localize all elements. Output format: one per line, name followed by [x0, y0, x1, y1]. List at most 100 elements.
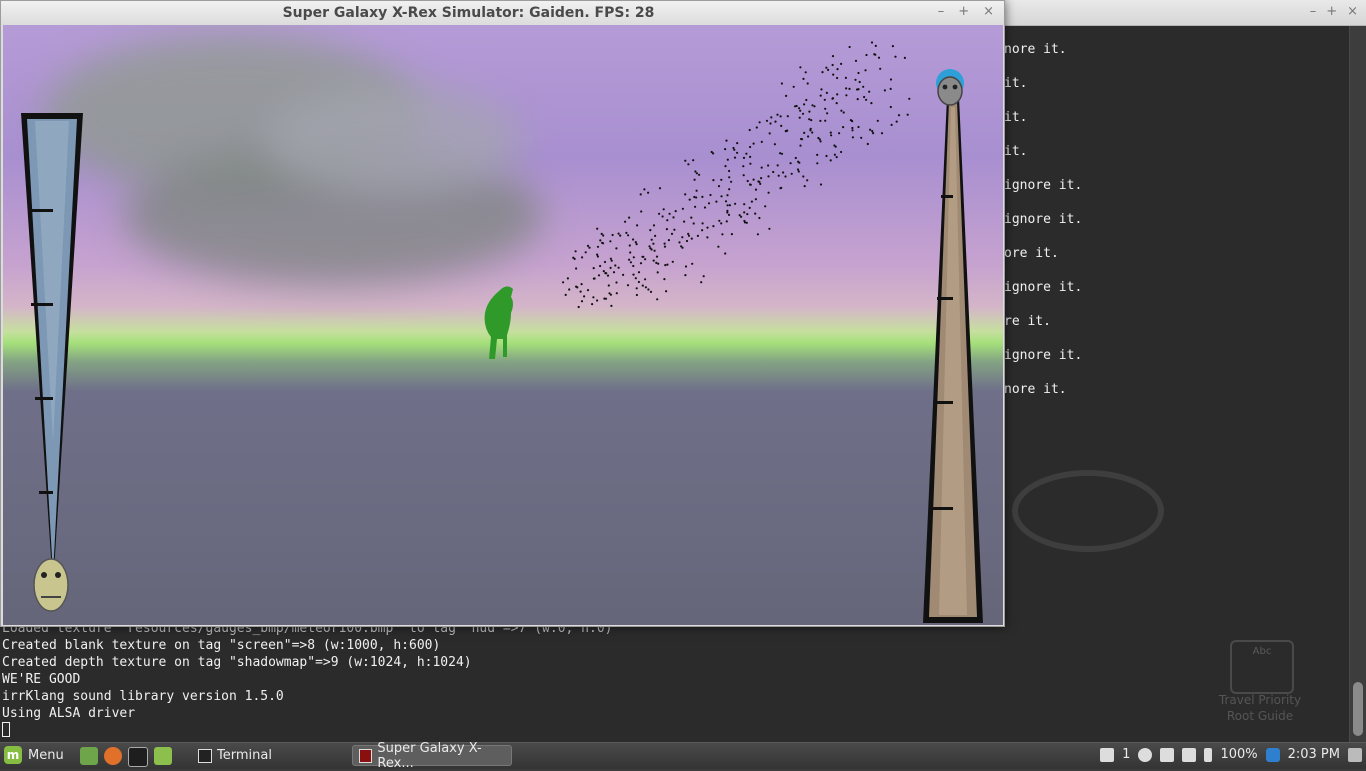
- meteor-dot: [612, 271, 616, 274]
- wifi-icon[interactable]: [1160, 747, 1175, 762]
- meteor-dot: [661, 215, 664, 218]
- show-desktop-icon[interactable]: [80, 747, 98, 765]
- close-button[interactable]: ×: [983, 4, 994, 19]
- meteor-dot: [895, 120, 898, 123]
- battery-icon[interactable]: [1204, 747, 1213, 762]
- meteor-dot: [880, 132, 884, 135]
- battery-percent: 100%: [1220, 747, 1258, 762]
- meteor-dot: [798, 161, 801, 164]
- meteor-dot: [748, 206, 751, 209]
- meteor-dot: [889, 87, 892, 90]
- terminal-close-icon[interactable]: ×: [1347, 4, 1358, 19]
- meteor-dot: [647, 191, 650, 194]
- meteor-dot: [872, 132, 875, 135]
- meteor-dot: [671, 260, 674, 263]
- meteor-dot: [868, 90, 871, 93]
- meteor-dot: [832, 73, 835, 76]
- scrollbar-thumb[interactable]: [1353, 682, 1363, 736]
- meteor-dot: [760, 140, 763, 143]
- meteor-dot: [596, 245, 600, 248]
- meteor-dot: [632, 264, 635, 268]
- meteor-dot: [701, 195, 704, 198]
- notification-count: 1: [1122, 747, 1131, 762]
- firefox-icon[interactable]: [104, 747, 122, 765]
- meteor-dot: [726, 204, 729, 207]
- game-titlebar[interactable]: Super Galaxy X-Rex Simulator: Gaiden. FP…: [1, 1, 1004, 25]
- terminal-window-controls: – + ×: [1310, 4, 1358, 19]
- meteor-dot: [819, 94, 822, 97]
- meteor-dot: [702, 275, 705, 278]
- meteor-dot: [698, 173, 701, 176]
- clock[interactable]: 2:03 PM: [1288, 747, 1340, 762]
- meteor-dot: [703, 206, 707, 209]
- taskbar-item-game[interactable]: Super Galaxy X-Rex...: [352, 741, 512, 771]
- meteor-dot: [848, 45, 851, 49]
- user-icon[interactable]: [1138, 747, 1153, 762]
- terminal-line: re it.: [1004, 314, 1051, 329]
- meteor-dot: [857, 71, 860, 75]
- meteor-dot: [774, 120, 777, 123]
- meteor-dot: [831, 55, 835, 58]
- meteor-dot: [687, 232, 690, 235]
- meteor-dot: [768, 132, 771, 135]
- meteor-dot: [874, 53, 877, 56]
- meteor-dot: [890, 123, 893, 126]
- meteor-dot: [824, 107, 827, 110]
- meteor-dot: [681, 236, 684, 239]
- taskbar-item-terminal[interactable]: Terminal: [192, 745, 346, 766]
- meteor-dot: [860, 136, 863, 139]
- meteor-dot: [760, 177, 763, 180]
- meteor-dot: [649, 247, 652, 250]
- desklet-icon: Abc: [1230, 640, 1294, 694]
- terminal-maximize-icon[interactable]: +: [1326, 4, 1337, 19]
- meteor-dot: [865, 53, 868, 57]
- meteor-dot: [728, 188, 731, 191]
- meteor-dot: [831, 63, 834, 67]
- meteor-dot: [581, 256, 584, 259]
- meteor-dot: [883, 89, 887, 92]
- meteor-dot: [644, 258, 647, 261]
- meteor-dot: [666, 263, 669, 266]
- meteor-dot: [602, 270, 605, 273]
- meteor-dot: [728, 204, 732, 207]
- meteor-dot: [728, 176, 731, 179]
- meteor-dot: [614, 264, 617, 267]
- meteor-dot: [694, 205, 697, 208]
- meteor-dot: [615, 281, 618, 284]
- background-disk-icon: [1012, 470, 1164, 552]
- update-shield-icon[interactable]: [1265, 747, 1280, 762]
- meteor-dot: [876, 119, 879, 122]
- notifications-icon[interactable]: [1100, 747, 1115, 762]
- meteor-dot: [625, 231, 628, 234]
- meteor-dot: [801, 112, 805, 115]
- meteor-dot: [694, 170, 697, 173]
- maximize-button[interactable]: +: [958, 4, 969, 19]
- meteor-dot: [586, 289, 590, 292]
- meteor-dot: [725, 220, 728, 223]
- game-viewport[interactable]: [3, 25, 1003, 625]
- menu-button[interactable]: m Menu: [4, 746, 64, 764]
- volume-icon[interactable]: [1182, 747, 1197, 762]
- meteor-dot: [606, 274, 610, 277]
- meteor-dot: [823, 98, 826, 101]
- meteor-dot: [782, 171, 785, 174]
- meteor-dot: [628, 244, 631, 247]
- workspace-icon[interactable]: [1348, 747, 1362, 762]
- meteor-dot: [580, 283, 583, 286]
- meteor-dot: [648, 245, 651, 248]
- meteor-dot: [798, 116, 801, 119]
- meteor-dot: [657, 262, 660, 265]
- meteor-dot: [784, 175, 787, 178]
- terminal-minimize-icon[interactable]: –: [1310, 4, 1317, 19]
- terminal-icon[interactable]: [128, 747, 148, 767]
- minimize-button[interactable]: –: [938, 4, 945, 19]
- meteor-dot: [825, 91, 829, 94]
- meteor-dot: [602, 234, 605, 237]
- meteor-dot: [615, 247, 618, 250]
- meteor-dot: [780, 152, 784, 155]
- terminal-scrollbar[interactable]: [1349, 26, 1366, 742]
- files-icon[interactable]: [154, 747, 172, 765]
- meteor-dot: [707, 202, 711, 205]
- meteor-dot: [639, 193, 642, 196]
- meteor-dot: [717, 245, 720, 248]
